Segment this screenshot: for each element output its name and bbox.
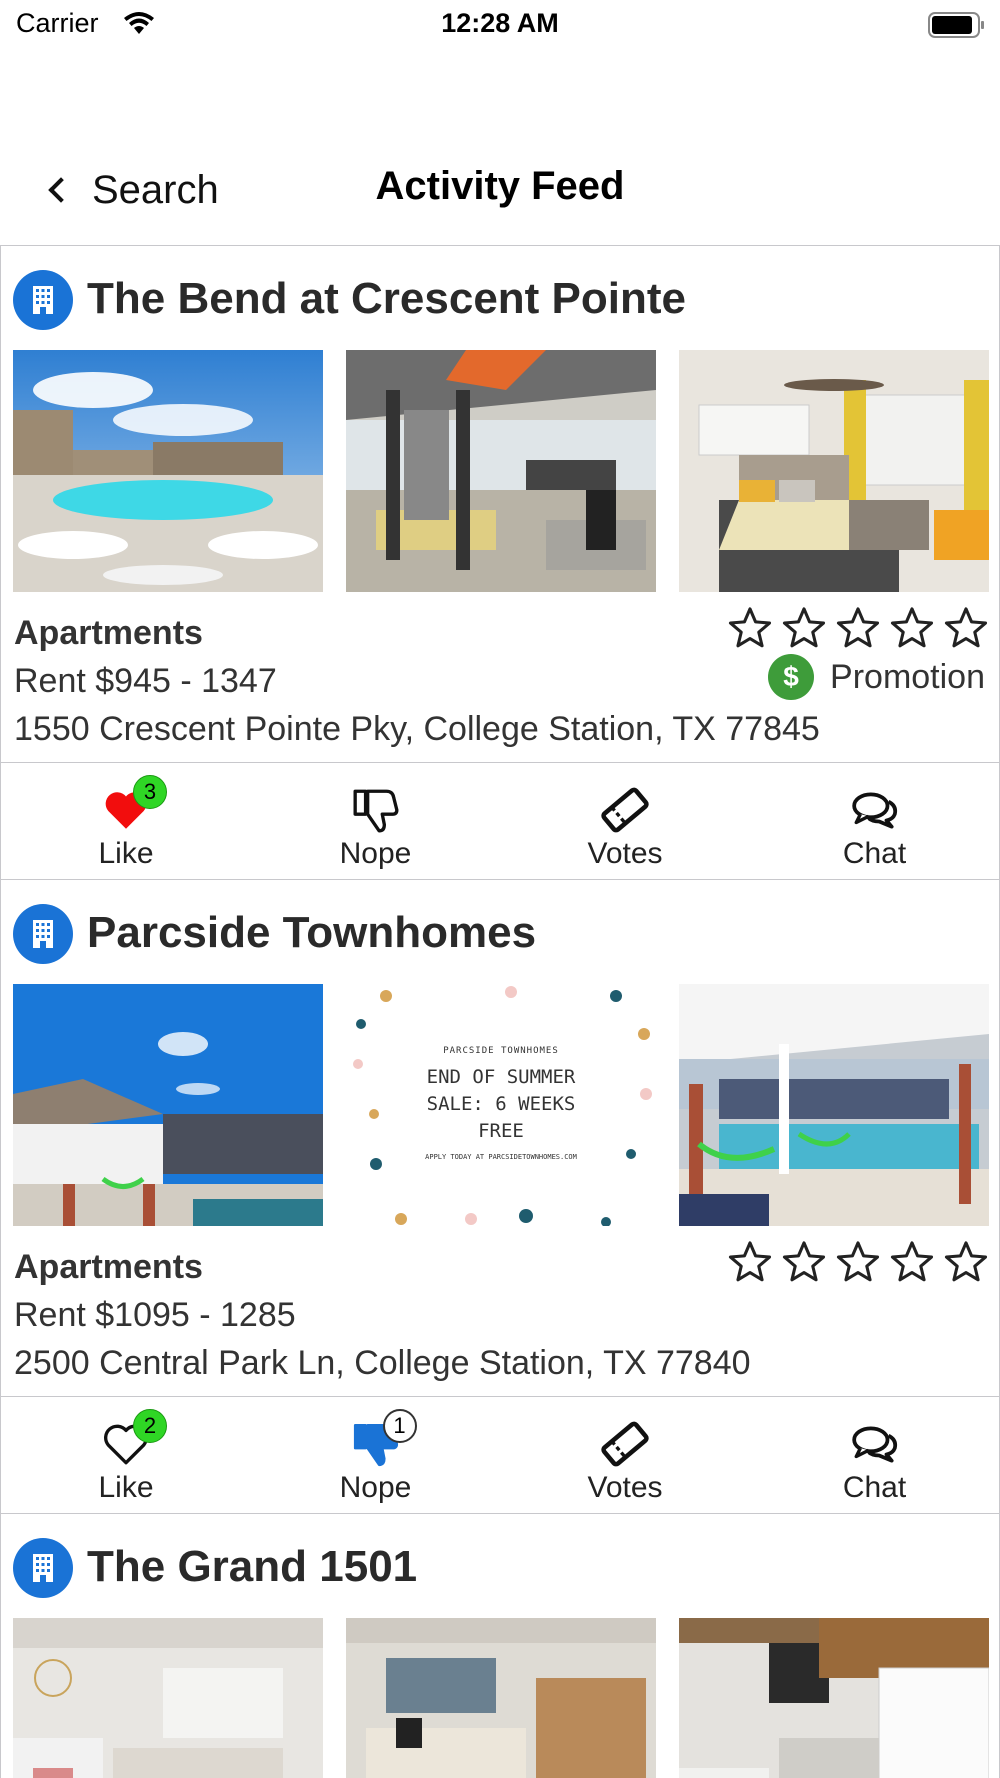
listing-type: Apartments <box>14 1248 203 1286</box>
nope-label: Nope <box>339 837 412 870</box>
activity-feed[interactable]: The Bend at Crescent Pointe Apartments R… <box>0 246 1000 1778</box>
photo-strip[interactable] <box>1 350 999 594</box>
nope-button[interactable]: 1 Nope <box>251 1397 501 1513</box>
votes-label: Votes <box>587 837 663 870</box>
listing-card[interactable]: The Grand 1501 <box>0 1514 1000 1778</box>
action-bar: 3 Like Nope Votes Chat <box>1 762 999 880</box>
ticket-icon <box>601 787 649 833</box>
star-icon[interactable] <box>781 1240 827 1284</box>
thumbs-down-icon <box>353 789 398 833</box>
flyer-brand: PARCSIDE TOWNHOMES <box>443 1046 559 1056</box>
action-bar: 2 Like 1 Nope Votes Chat <box>1 1396 999 1514</box>
promotion-label: Promotion <box>830 657 985 696</box>
votes-button[interactable]: Votes <box>500 763 750 879</box>
flyer-line-2: SALE: 6 WEEKS <box>426 1093 576 1115</box>
votes-label: Votes <box>587 1471 663 1504</box>
listing-address[interactable]: 2500 Central Park Ln, College Station, T… <box>14 1344 751 1383</box>
star-icon[interactable] <box>889 606 935 650</box>
photo-strip[interactable]: PARCSIDE TOWNHOMES END OF SUMMER SALE: 6… <box>1 984 999 1228</box>
flyer-line-3: FREE <box>478 1120 524 1142</box>
listing-type: Apartments <box>14 614 203 652</box>
photo-promo-flyer[interactable]: PARCSIDE TOWNHOMES END OF SUMMER SALE: 6… <box>346 984 656 1226</box>
photo-pergola[interactable] <box>13 984 323 1226</box>
chat-button[interactable]: Chat <box>750 1397 1000 1513</box>
listing-header: The Grand 1501 <box>1 1514 999 1618</box>
photo-strip[interactable] <box>1 1618 999 1778</box>
photo-kitchen[interactable] <box>679 1618 989 1778</box>
listing-rent: Rent $1095 - 1285 <box>14 1296 296 1334</box>
like-count-badge: 2 <box>133 1409 167 1443</box>
like-label: Like <box>98 1471 154 1504</box>
photo-bedroom-kitchen[interactable] <box>13 1618 323 1778</box>
dollar-icon: $ <box>768 654 815 700</box>
status-bar: Carrier 12:28 AM <box>0 0 1000 50</box>
listing-address[interactable]: 1550 Crescent Pointe Pky, College Statio… <box>14 710 820 749</box>
like-label: Like <box>98 837 154 870</box>
nope-label: Nope <box>339 1471 412 1504</box>
flyer-footer: APPLY TODAY AT PARCSIDETOWNHOMES.COM <box>425 1153 577 1161</box>
chat-bubbles-icon <box>851 1426 897 1463</box>
star-icon[interactable] <box>943 606 989 650</box>
photo-bedroom[interactable] <box>679 350 989 592</box>
listing-info: Apartments Rent $1095 - 1285 2500 Centra… <box>1 1228 999 1396</box>
chat-bubbles-icon <box>851 792 897 829</box>
photo-pool[interactable] <box>13 350 323 592</box>
photo-pool-hammocks[interactable] <box>679 984 989 1226</box>
star-icon[interactable] <box>727 1240 773 1284</box>
building-icon <box>13 270 73 330</box>
status-time: 12:28 AM <box>441 8 559 38</box>
listing-name[interactable]: The Bend at Crescent Pointe <box>87 274 686 324</box>
nope-count-badge: 1 <box>382 1409 417 1443</box>
star-icon[interactable] <box>835 606 881 650</box>
photo-living-room[interactable] <box>346 1618 656 1778</box>
listing-rent: Rent $945 - 1347 <box>14 662 277 700</box>
listing-name[interactable]: The Grand 1501 <box>87 1542 417 1592</box>
star-icon[interactable] <box>835 1240 881 1284</box>
flyer-line-1: END OF SUMMER <box>426 1066 576 1088</box>
like-button[interactable]: 3 Like <box>1 763 251 879</box>
like-button[interactable]: 2 Like <box>1 1397 251 1513</box>
page-title: Activity Feed <box>375 164 625 208</box>
chat-button[interactable]: Chat <box>750 763 1000 879</box>
navigation-bar: Search Activity Feed <box>0 130 1000 246</box>
votes-button[interactable]: Votes <box>500 1397 750 1513</box>
star-icon[interactable] <box>781 606 827 650</box>
listing-header: Parcside Townhomes <box>1 880 999 984</box>
like-count-badge: 3 <box>133 775 167 809</box>
battery-icon <box>928 12 984 38</box>
listing-card[interactable]: The Bend at Crescent Pointe Apartments R… <box>0 246 1000 880</box>
listing-header: The Bend at Crescent Pointe <box>1 246 999 350</box>
star-icon[interactable] <box>727 606 773 650</box>
listing-card[interactable]: Parcside Townhomes PARCSIDE TOWNHOMES EN… <box>0 880 1000 1514</box>
building-icon <box>13 904 73 964</box>
ticket-icon <box>601 1421 649 1467</box>
listing-info: Apartments Rent $945 - 1347 1550 Crescen… <box>1 594 999 762</box>
promotion-tag[interactable]: $ Promotion <box>768 654 985 700</box>
star-icon[interactable] <box>943 1240 989 1284</box>
star-icon[interactable] <box>889 1240 935 1284</box>
building-icon <box>13 1538 73 1598</box>
star-rating[interactable] <box>727 1240 989 1284</box>
star-rating[interactable] <box>727 606 989 650</box>
nope-button[interactable]: Nope <box>251 763 501 879</box>
listing-name[interactable]: Parcside Townhomes <box>87 908 536 958</box>
photo-gym[interactable] <box>346 350 656 592</box>
chat-label: Chat <box>842 1471 907 1504</box>
chat-label: Chat <box>842 837 907 870</box>
